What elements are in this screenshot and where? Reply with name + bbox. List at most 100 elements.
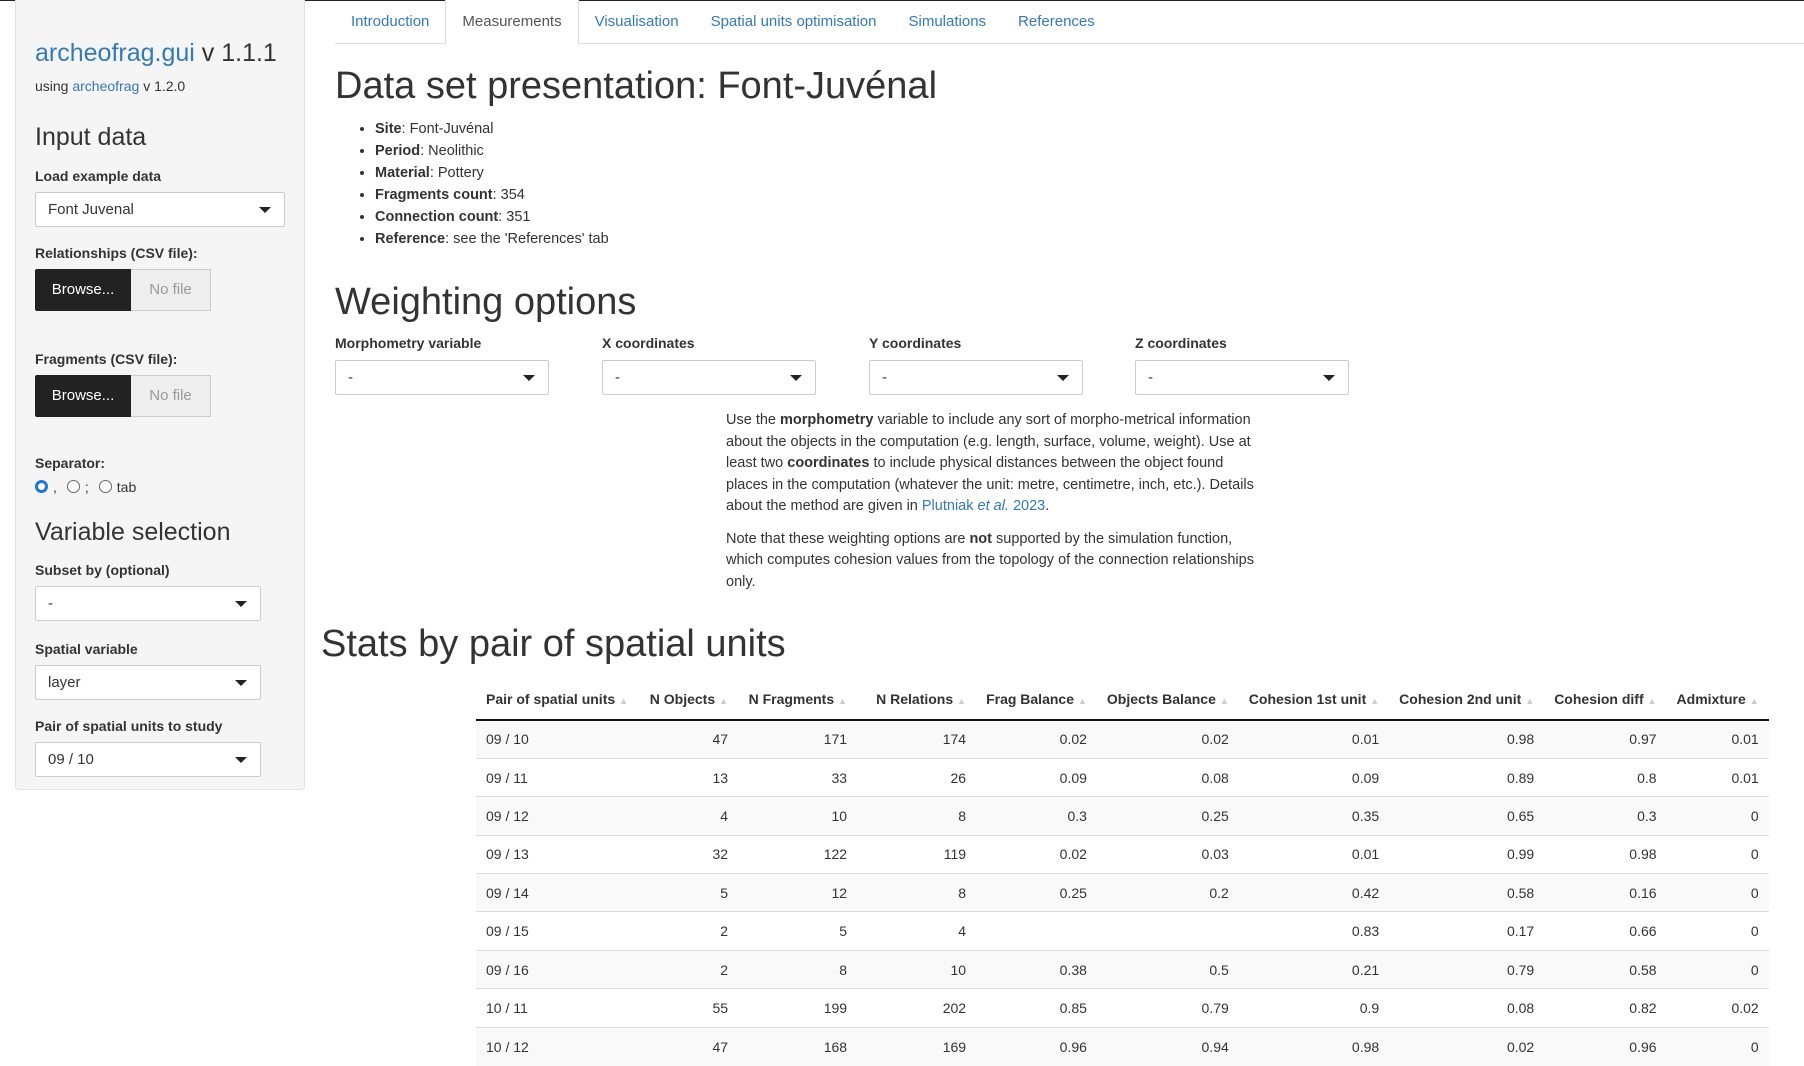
z-coordinates-select[interactable]: -	[1135, 360, 1349, 395]
column-header[interactable]: Frag Balance ▲	[976, 678, 1097, 721]
sort-icon: ▲	[1219, 695, 1229, 706]
column-header-label: N Relations	[876, 690, 954, 707]
spatial-variable-label: Spatial variable	[35, 641, 138, 657]
table-cell: 2	[638, 911, 739, 951]
table-cell: 09 / 14	[476, 873, 639, 912]
text-span: .	[1045, 498, 1050, 514]
fragments-browse-button[interactable]: Browse...	[35, 374, 131, 417]
fragments-file-input[interactable]: Browse... No file	[35, 374, 285, 417]
column-header[interactable]: Cohesion 2nd unit ▲	[1389, 678, 1545, 721]
info-value: : Pottery	[429, 165, 484, 181]
relationships-file-input[interactable]: Browse... No file	[35, 268, 285, 311]
table-cell: 0.58	[1389, 873, 1545, 912]
table-cell: 5	[738, 911, 858, 951]
table-cell: 8	[857, 796, 977, 836]
table-cell: 10 / 12	[476, 1026, 639, 1066]
dataset-heading: Data set presentation: Font-Juvénal	[335, 65, 938, 107]
column-header[interactable]: Cohesion diff ▲	[1544, 678, 1667, 721]
table-cell: 0.08	[1096, 757, 1239, 797]
table-cell: 10	[857, 949, 977, 989]
separator-radio-comma[interactable]: ,	[35, 479, 57, 495]
radio-unchecked-icon	[98, 480, 112, 493]
radio-label: tab	[116, 478, 137, 495]
table-cell: 0.96	[1544, 1026, 1667, 1066]
column-header[interactable]: Cohesion 1st unit ▲	[1238, 678, 1390, 721]
column-header[interactable]: Pair of spatial units ▲	[476, 678, 639, 721]
table-cell: 0.08	[1389, 988, 1545, 1028]
table-cell: 169	[857, 1026, 977, 1066]
stats-heading: Stats by pair of spatial units	[321, 623, 786, 665]
load-example-label: Load example data	[35, 167, 162, 184]
plutniak-2023-link[interactable]: Plutniak et al. 2023	[922, 498, 1045, 514]
separator-radio-semicolon[interactable]: ;	[66, 479, 89, 495]
radio-label: ,	[53, 478, 57, 495]
fragments-label: Fragments (CSV file):	[35, 350, 178, 367]
x-coordinates-select[interactable]: -	[602, 360, 816, 395]
app-title: archeofrag.gui v 1.1.1	[35, 38, 285, 68]
table-cell: 09 / 13	[476, 834, 639, 874]
table-cell: 2	[638, 949, 739, 989]
table-cell: 0.03	[1096, 834, 1239, 874]
tab-references[interactable]: References	[1002, 0, 1111, 44]
x-coordinates-label: X coordinates	[602, 335, 695, 351]
column-header[interactable]: N Objects ▲	[638, 678, 739, 721]
column-header[interactable]: N Relations ▲	[857, 678, 977, 721]
table-cell: 0.35	[1238, 796, 1390, 836]
subset-select[interactable]: -	[35, 586, 261, 621]
chevron-down-icon	[790, 375, 802, 381]
table-cell: 0.89	[1389, 757, 1545, 797]
table-row: 09 / 10 47 171 174 0.02 0.02 0.01 0.98 0.97 0.01	[476, 719, 1769, 759]
radio-unchecked-icon	[66, 480, 80, 493]
variable-selection-heading: Variable selection	[35, 517, 231, 546]
x-coordinates-group: X coordinates -	[602, 335, 816, 395]
column-header-label: Admixture	[1676, 690, 1746, 707]
sort-icon: ▲	[1525, 695, 1535, 706]
relationships-browse-button[interactable]: Browse...	[35, 268, 131, 311]
list-item: Period: Neolithic	[375, 140, 609, 162]
spatial-variable-select[interactable]: layer	[35, 665, 261, 700]
table-cell: 0.21	[1238, 949, 1390, 989]
table-cell: 0.83	[1238, 911, 1390, 951]
tab-spatial-units-optimisation[interactable]: Spatial units optimisation	[695, 0, 893, 44]
tab-introduction[interactable]: Introduction	[335, 0, 445, 44]
pair-select[interactable]: 09 / 10	[35, 742, 261, 777]
table-cell: 8	[857, 873, 977, 912]
info-key: Fragments count	[375, 187, 493, 203]
table-cell: 0.94	[1096, 1026, 1239, 1066]
tab-visualisation[interactable]: Visualisation	[579, 0, 695, 44]
table-cell: 0.65	[1389, 796, 1545, 836]
morphometry-select[interactable]: -	[335, 360, 549, 395]
tab-measurements[interactable]: Measurements	[445, 0, 579, 45]
link-text: Plutniak	[921, 498, 978, 514]
morphometry-group: Morphometry variable -	[335, 335, 549, 395]
app-name-link[interactable]: archeofrag.gui	[35, 39, 195, 67]
table-cell: 0	[1666, 834, 1769, 874]
archeofrag-link[interactable]: archeofrag	[72, 78, 139, 94]
link-text: 2023	[1008, 498, 1046, 514]
table-row: 09 / 16 2 8 10 0.38 0.5 0.21 0.79 0.58 0	[476, 949, 1769, 989]
relationships-file-name: No file	[131, 268, 211, 311]
list-item: Material: Pottery	[375, 162, 609, 184]
table-header-row: Pair of spatial units ▲ N Objects ▲ N Fragme…	[476, 678, 1769, 721]
column-header-label: Frag Balance	[986, 690, 1074, 707]
table-cell: 8	[738, 949, 858, 989]
sort-icon: ▲	[1370, 695, 1380, 706]
pair-value: 09 / 10	[48, 751, 94, 768]
app-version: v 1.1.1	[201, 39, 277, 67]
sort-icon: ▲	[1749, 695, 1759, 706]
table-cell: 09 / 12	[476, 796, 639, 836]
load-example-select[interactable]: Font Juvenal	[35, 191, 285, 227]
subset-label: Subset by (optional)	[35, 562, 170, 578]
tab-simulations[interactable]: Simulations	[893, 0, 1003, 44]
column-header[interactable]: N Fragments ▲	[738, 678, 858, 721]
sort-icon: ▲	[1647, 695, 1657, 706]
table-cell: 0.02	[1096, 719, 1239, 759]
separator-radio-tab[interactable]: tab	[98, 478, 137, 495]
table-cell: 13	[638, 757, 739, 797]
table-cell: 0.8	[1544, 757, 1667, 797]
column-header[interactable]: Admixture ▲	[1666, 678, 1769, 721]
column-header[interactable]: Objects Balance ▲	[1096, 678, 1239, 721]
y-coordinates-label: Y coordinates	[869, 335, 962, 351]
info-key: Material	[375, 165, 430, 181]
y-coordinates-select[interactable]: -	[869, 360, 1083, 395]
